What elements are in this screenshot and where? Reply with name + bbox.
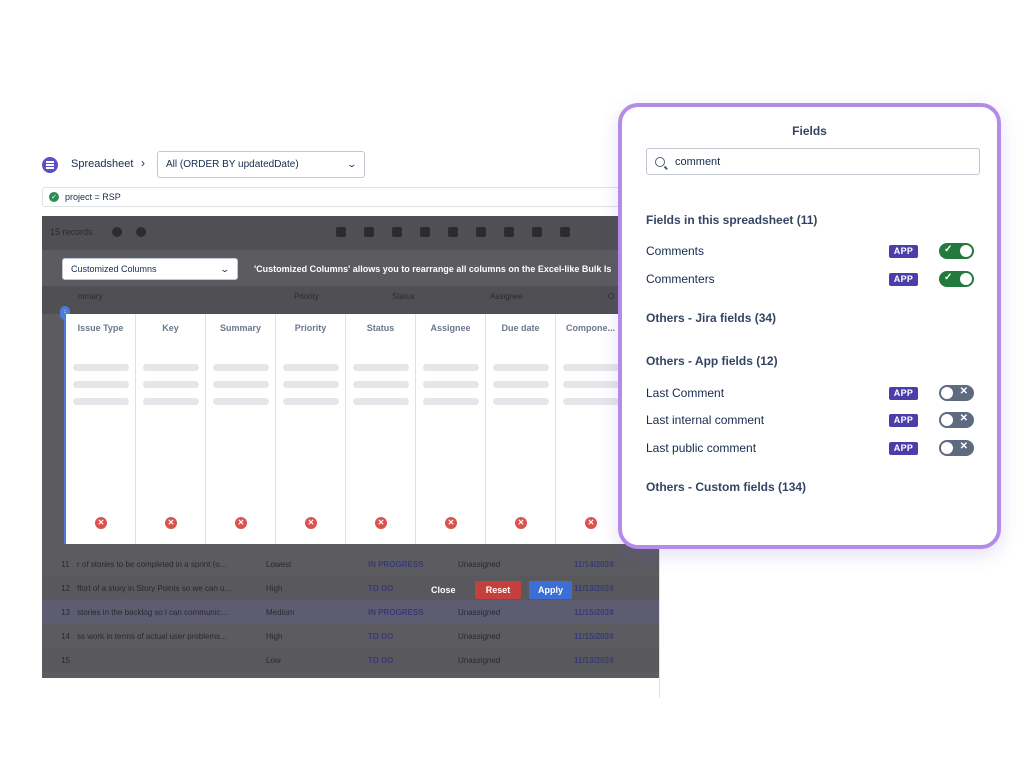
- close-button[interactable]: Close: [431, 585, 456, 595]
- header-more: O: [608, 292, 615, 301]
- field-item-last-comment[interactable]: Last Comment APP ✕: [646, 383, 974, 403]
- spreadsheet-toolbar: 15 records: [42, 216, 659, 250]
- fields-search-input[interactable]: comment: [646, 148, 980, 175]
- column-preset-select[interactable]: Customized Columns ⌄: [62, 258, 238, 280]
- fullscreen-icon[interactable]: [392, 227, 402, 237]
- field-item-last-public-comment[interactable]: Last public comment APP ✕: [646, 438, 974, 458]
- header-assignee: Assignee: [490, 292, 523, 301]
- column-title: Assignee: [430, 323, 471, 333]
- section-in-sheet: Fields in this spreadsheet (11): [646, 213, 818, 227]
- fields-panel: Fields comment Fields in this spreadshee…: [618, 103, 1001, 549]
- divider: [659, 548, 660, 698]
- field-item-commenters[interactable]: Commenters APP ✓: [646, 269, 974, 289]
- reset-button[interactable]: Reset: [475, 581, 521, 599]
- table-row[interactable]: 11 r of stories to be completed in a spr…: [42, 552, 659, 576]
- app-badge: APP: [889, 441, 918, 455]
- app-badge: APP: [889, 413, 918, 427]
- column-title: Due date: [501, 323, 540, 333]
- header-priority: Priority: [294, 292, 319, 301]
- column-preset-value: Customized Columns: [71, 264, 157, 274]
- app-badge: APP: [889, 386, 918, 400]
- app-badge: APP: [889, 272, 918, 286]
- column-title: Compone...: [566, 323, 615, 333]
- breadcrumb-separator-icon: ›: [141, 156, 145, 170]
- view-select-value: All (ORDER BY updatedDate): [166, 159, 299, 170]
- remove-column-icon[interactable]: ✕: [585, 517, 597, 529]
- add-icon[interactable]: [112, 227, 122, 237]
- grid-icon[interactable]: [476, 227, 486, 237]
- close-icon: ✕: [959, 441, 968, 452]
- column-card[interactable]: Assignee ✕: [416, 314, 486, 544]
- table-row[interactable]: 13 stories in the backlog so i can commu…: [42, 600, 659, 624]
- fields-panel-title: Fields: [792, 124, 827, 138]
- check-icon: ✓: [944, 272, 953, 283]
- filter-icon[interactable]: [364, 227, 374, 237]
- field-item-last-internal-comment[interactable]: Last internal comment APP ✕: [646, 410, 974, 430]
- table-row[interactable]: 14 ss work in terms of actual user probl…: [42, 624, 659, 648]
- close-icon: ✕: [959, 413, 968, 424]
- close-icon: ✕: [959, 386, 968, 397]
- column-title: Status: [366, 323, 395, 333]
- column-card[interactable]: Summary ✕: [206, 314, 276, 544]
- remove-column-icon[interactable]: ✕: [375, 517, 387, 529]
- remove-column-icon[interactable]: ✕: [515, 517, 527, 529]
- column-title: Issue Type: [77, 323, 124, 333]
- expand-icon[interactable]: [336, 227, 346, 237]
- remove-column-icon[interactable]: ✕: [95, 517, 107, 529]
- column-editor: Issue Type ✕ Key ✕ Summary ✕ Priority ✕ …: [64, 314, 659, 544]
- spreadsheet-area: 15 records Customized Columns ⌄ 'Customi…: [42, 216, 659, 678]
- remove-column-icon[interactable]: ✕: [305, 517, 317, 529]
- column-card[interactable]: Due date ✕: [486, 314, 556, 544]
- column-card[interactable]: Status ✕: [346, 314, 416, 544]
- field-toggle[interactable]: ✓: [939, 271, 974, 287]
- app-logo-icon: [42, 157, 58, 173]
- hierarchy-icon[interactable]: [532, 227, 542, 237]
- column-title: Key: [162, 323, 179, 333]
- check-icon: ✓: [944, 244, 953, 255]
- remove-column-icon[interactable]: ✕: [165, 517, 177, 529]
- column-card[interactable]: Priority ✕: [276, 314, 346, 544]
- chevron-down-icon: ⌄: [219, 263, 231, 274]
- app-badge: APP: [889, 244, 918, 258]
- field-toggle[interactable]: ✓: [939, 243, 974, 259]
- pin-icon[interactable]: [420, 227, 430, 237]
- column-card[interactable]: Key ✕: [136, 314, 206, 544]
- remove-column-icon[interactable]: ✕: [445, 517, 457, 529]
- remove-column-icon[interactable]: ✕: [235, 517, 247, 529]
- records-count: 15 records: [50, 227, 93, 237]
- section-jira-fields[interactable]: Others - Jira fields (34): [646, 311, 776, 325]
- field-toggle[interactable]: ✕: [939, 412, 974, 428]
- field-toggle[interactable]: ✕: [939, 385, 974, 401]
- check-icon: ✓: [49, 192, 59, 202]
- fields-search-value: comment: [675, 155, 721, 168]
- sheet-header-row: mmary Priority Status Assignee O: [42, 286, 659, 314]
- column-title: Priority: [294, 323, 327, 333]
- column-preset-note: 'Customized Columns' allows you to rearr…: [254, 264, 612, 274]
- layout-icon[interactable]: [504, 227, 514, 237]
- apply-button[interactable]: Apply: [529, 581, 572, 599]
- header-summary: mmary: [78, 292, 103, 301]
- field-toggle[interactable]: ✕: [939, 440, 974, 456]
- column-title: Summary: [219, 323, 262, 333]
- jql-query: project = RSP: [65, 192, 121, 202]
- jql-filter-bar[interactable]: ✓ project = RSP: [42, 187, 642, 207]
- table-row[interactable]: 15 Low TO DO Unassigned 11/13/2024: [42, 648, 659, 672]
- view-select[interactable]: All (ORDER BY updatedDate) ⌄: [157, 151, 365, 178]
- header-status: Status: [392, 292, 415, 301]
- section-custom-fields[interactable]: Others - Custom fields (134): [646, 480, 806, 494]
- toolbar-icons: [336, 227, 570, 237]
- collapse-icon[interactable]: [560, 227, 570, 237]
- chevron-down-icon: ⌄: [346, 159, 358, 169]
- column-card[interactable]: Issue Type ✕: [66, 314, 136, 544]
- search-icon: [655, 156, 665, 167]
- section-app-fields[interactable]: Others - App fields (12): [646, 354, 778, 368]
- breadcrumb[interactable]: Spreadsheet: [71, 158, 133, 170]
- column-card[interactable]: Compone... ✕: [556, 314, 626, 544]
- sum-icon[interactable]: [448, 227, 458, 237]
- field-item-comments[interactable]: Comments APP ✓: [646, 241, 974, 261]
- refresh-icon[interactable]: [136, 227, 146, 237]
